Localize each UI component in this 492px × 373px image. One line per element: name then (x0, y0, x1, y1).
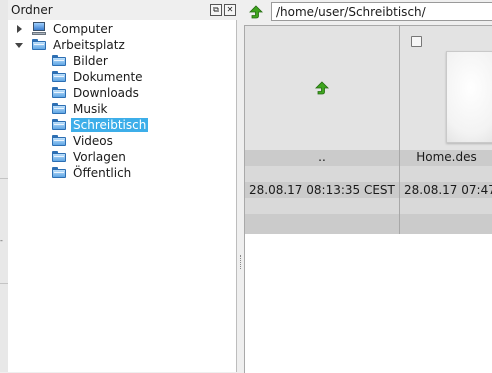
desktop-file-thumbnail (446, 51, 492, 143)
computer-icon (32, 22, 46, 36)
folder-icon (52, 135, 66, 146)
go-up-icon[interactable] (248, 4, 264, 20)
path-text: /home/user/Schreibtisch/ (276, 5, 426, 19)
tree-item-label: Downloads (73, 86, 139, 100)
folder-icon (52, 71, 66, 82)
tree-item-label: Arbeitsplatz (53, 38, 125, 52)
tree-item-bilder[interactable]: Bilder (8, 53, 236, 69)
tree-item-dokumente[interactable]: Dokumente (8, 69, 236, 85)
tree-item-computer[interactable]: Computer (8, 21, 236, 37)
tree-item-downloads[interactable]: Downloads (8, 85, 236, 101)
folder-icon (52, 103, 66, 114)
file-name: .. (318, 150, 326, 164)
folder-icon (52, 119, 66, 130)
select-checkbox[interactable] (411, 36, 422, 47)
tree-item-vorlagen[interactable]: Vorlagen (8, 149, 236, 165)
panel-splitter[interactable] (237, 0, 244, 372)
file-item-parent[interactable]: .. 28.08.17 08:13:35 CEST (245, 26, 400, 234)
tree-item-label: Schreibtisch (71, 118, 149, 132)
folder-icon (52, 55, 66, 66)
file-date: 28.08.17 08:13:35 CEST (249, 183, 395, 197)
expand-arrow-icon[interactable] (17, 25, 22, 33)
folder-icon (32, 39, 46, 50)
tree-item-arbeitsplatz[interactable]: Arbeitsplatz (8, 37, 236, 53)
tree-item-videos[interactable]: Videos (8, 133, 236, 149)
tree-item-label: Vorlagen (73, 150, 126, 164)
left-edge-strip: - (0, 0, 8, 372)
folder-panel-header: Ordner ⧉ ✕ (8, 0, 237, 20)
tree-item-label: Videos (73, 134, 113, 148)
tree-item-label: Computer (53, 22, 113, 36)
file-name: Home.des (416, 150, 477, 164)
tree-item-label: Öffentlich (73, 166, 132, 180)
close-panel-button[interactable]: ✕ (224, 4, 236, 16)
tree-item-oeffentlich[interactable]: Öffentlich (8, 165, 236, 181)
splitter-grip-icon (240, 255, 242, 269)
go-up-icon (315, 81, 329, 95)
path-input[interactable]: /home/user/Schreibtisch/ (271, 2, 492, 21)
folder-icon (52, 87, 66, 98)
float-panel-button[interactable]: ⧉ (210, 4, 222, 16)
folder-panel-title: Ordner (11, 3, 53, 17)
tree-item-label: Bilder (73, 54, 108, 68)
file-item-home-desktop[interactable]: Home.des 28.08.17 07:47 (400, 26, 492, 234)
folder-icon (52, 167, 66, 178)
file-grid: .. 28.08.17 08:13:35 CEST Home.des 28.08… (244, 25, 492, 373)
tree-item-label: Dokumente (73, 70, 143, 84)
tree-item-label: Musik (73, 102, 108, 116)
folder-tree: Computer Arbeitsplatz Bilder Dokumente D… (8, 20, 237, 372)
tree-item-musik[interactable]: Musik (8, 101, 236, 117)
folder-icon (52, 151, 66, 162)
tree-item-schreibtisch[interactable]: Schreibtisch (8, 117, 236, 133)
file-date: 28.08.17 07:47 (404, 183, 492, 197)
collapse-arrow-icon[interactable] (15, 43, 23, 48)
path-toolbar: /home/user/Schreibtisch/ (244, 0, 492, 24)
